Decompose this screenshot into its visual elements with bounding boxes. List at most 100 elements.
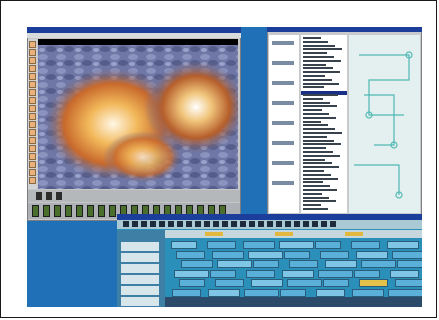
file-row[interactable]	[303, 177, 338, 180]
file-row[interactable]	[303, 124, 328, 127]
file-row[interactable]	[303, 101, 330, 104]
tool-button[interactable]	[29, 65, 36, 72]
timeline-clip[interactable]	[244, 288, 279, 297]
toolbar-icon[interactable]	[321, 221, 327, 227]
timeline-clip[interactable]	[282, 269, 314, 278]
toolbar-icon[interactable]	[312, 221, 318, 227]
toolbar-icon[interactable]	[267, 221, 273, 227]
toolbar-icon[interactable]	[294, 221, 300, 227]
timeline-clip[interactable]	[212, 250, 244, 259]
folder-node[interactable]	[272, 161, 294, 165]
timeline-clip[interactable]	[246, 269, 275, 278]
tool-button[interactable]	[29, 129, 36, 136]
file-row[interactable]	[303, 158, 325, 161]
thumbnail[interactable]	[87, 205, 94, 217]
tool-button[interactable]	[29, 169, 36, 176]
tool-button[interactable]	[29, 161, 36, 168]
file-row[interactable]	[303, 204, 321, 207]
file-row[interactable]	[303, 105, 337, 108]
file-row[interactable]	[303, 52, 327, 55]
folder-node[interactable]	[272, 121, 294, 125]
toolbar-icon[interactable]	[150, 221, 156, 227]
tool-button[interactable]	[29, 113, 36, 120]
toolbar-icon[interactable]	[213, 221, 219, 227]
tool-button[interactable]	[29, 153, 36, 160]
thumbnail[interactable]	[109, 205, 116, 217]
file-row[interactable]	[303, 94, 338, 96]
thumbnail[interactable]	[98, 205, 105, 217]
toolbar-icon[interactable]	[276, 221, 282, 227]
file-row[interactable]	[303, 185, 330, 188]
rewind-icon[interactable]	[36, 192, 42, 200]
timeline-clip[interactable]	[387, 241, 419, 249]
timeline-clip[interactable]	[208, 288, 240, 297]
toolbar-icon[interactable]	[240, 221, 246, 227]
file-row[interactable]	[303, 97, 323, 100]
timeline-clip[interactable]	[354, 269, 380, 278]
toolbar-icon[interactable]	[132, 221, 138, 227]
timeline-clip[interactable]	[210, 269, 236, 278]
file-row[interactable]	[303, 44, 335, 47]
file-row[interactable]	[303, 63, 326, 66]
timeline-clip[interactable]	[352, 288, 384, 297]
browser-title-bar[interactable]	[267, 27, 422, 32]
toolbar-icon[interactable]	[141, 221, 147, 227]
file-row[interactable]	[303, 162, 332, 165]
tool-button[interactable]	[29, 49, 36, 56]
thumbnail[interactable]	[54, 205, 61, 217]
file-row[interactable]	[303, 113, 329, 115]
thumbnail[interactable]	[43, 205, 50, 217]
timeline-clip[interactable]	[243, 241, 275, 249]
timeline-ruler[interactable]	[165, 230, 422, 238]
file-row[interactable]	[303, 59, 341, 62]
toolbar-icon[interactable]	[330, 221, 336, 227]
toolbar-icon[interactable]	[123, 221, 129, 227]
timeline-clip[interactable]	[315, 241, 341, 249]
file-row[interactable]	[303, 147, 326, 150]
timeline-clip[interactable]	[174, 269, 209, 278]
file-row[interactable]	[303, 116, 336, 119]
folder-node[interactable]	[272, 141, 294, 145]
file-row[interactable]	[303, 71, 340, 74]
timeline-clip[interactable]	[248, 250, 283, 259]
toolbar-icon[interactable]	[195, 221, 201, 227]
timeline-clip[interactable]	[323, 279, 349, 287]
folder-node[interactable]	[272, 81, 294, 85]
timeline-clip[interactable]	[397, 260, 422, 268]
tool-button[interactable]	[29, 57, 36, 64]
file-row[interactable]	[303, 128, 335, 131]
file-row[interactable]	[303, 143, 341, 146]
file-row[interactable]	[303, 86, 324, 89]
timeline-clip[interactable]	[179, 279, 205, 287]
stop-icon[interactable]	[56, 192, 62, 200]
timeline-clip[interactable]	[181, 260, 213, 268]
video-preview-canvas[interactable]	[38, 39, 238, 189]
file-row[interactable]	[303, 151, 333, 153]
tool-button[interactable]	[29, 105, 36, 112]
file-row[interactable]	[303, 208, 328, 210]
file-row[interactable]	[303, 109, 322, 112]
thumbnail[interactable]	[32, 205, 39, 217]
file-row[interactable]	[303, 40, 328, 43]
timeline-clip[interactable]	[388, 288, 422, 297]
file-row[interactable]	[303, 82, 339, 85]
folder-node[interactable]	[272, 41, 294, 45]
timeline-clip[interactable]	[325, 260, 357, 268]
timeline-clip[interactable]	[392, 250, 422, 259]
file-row[interactable]	[303, 135, 327, 138]
timeline-scrollbar[interactable]	[165, 297, 422, 307]
timeline-clip[interactable]	[176, 250, 205, 259]
tool-button[interactable]	[29, 41, 36, 48]
toolbar-icon[interactable]	[204, 221, 210, 227]
tool-button[interactable]	[29, 145, 36, 152]
file-row[interactable]	[303, 173, 331, 176]
timeline-clip[interactable]	[251, 279, 283, 287]
file-list[interactable]	[301, 35, 347, 213]
toolbar-icon[interactable]	[231, 221, 237, 227]
timeline-clip[interactable]	[215, 279, 244, 287]
file-row[interactable]	[303, 78, 332, 81]
toolbar-icon[interactable]	[222, 221, 228, 227]
file-row[interactable]	[303, 181, 323, 184]
thumbnail[interactable]	[65, 205, 72, 217]
timeline-clip[interactable]	[289, 260, 318, 268]
